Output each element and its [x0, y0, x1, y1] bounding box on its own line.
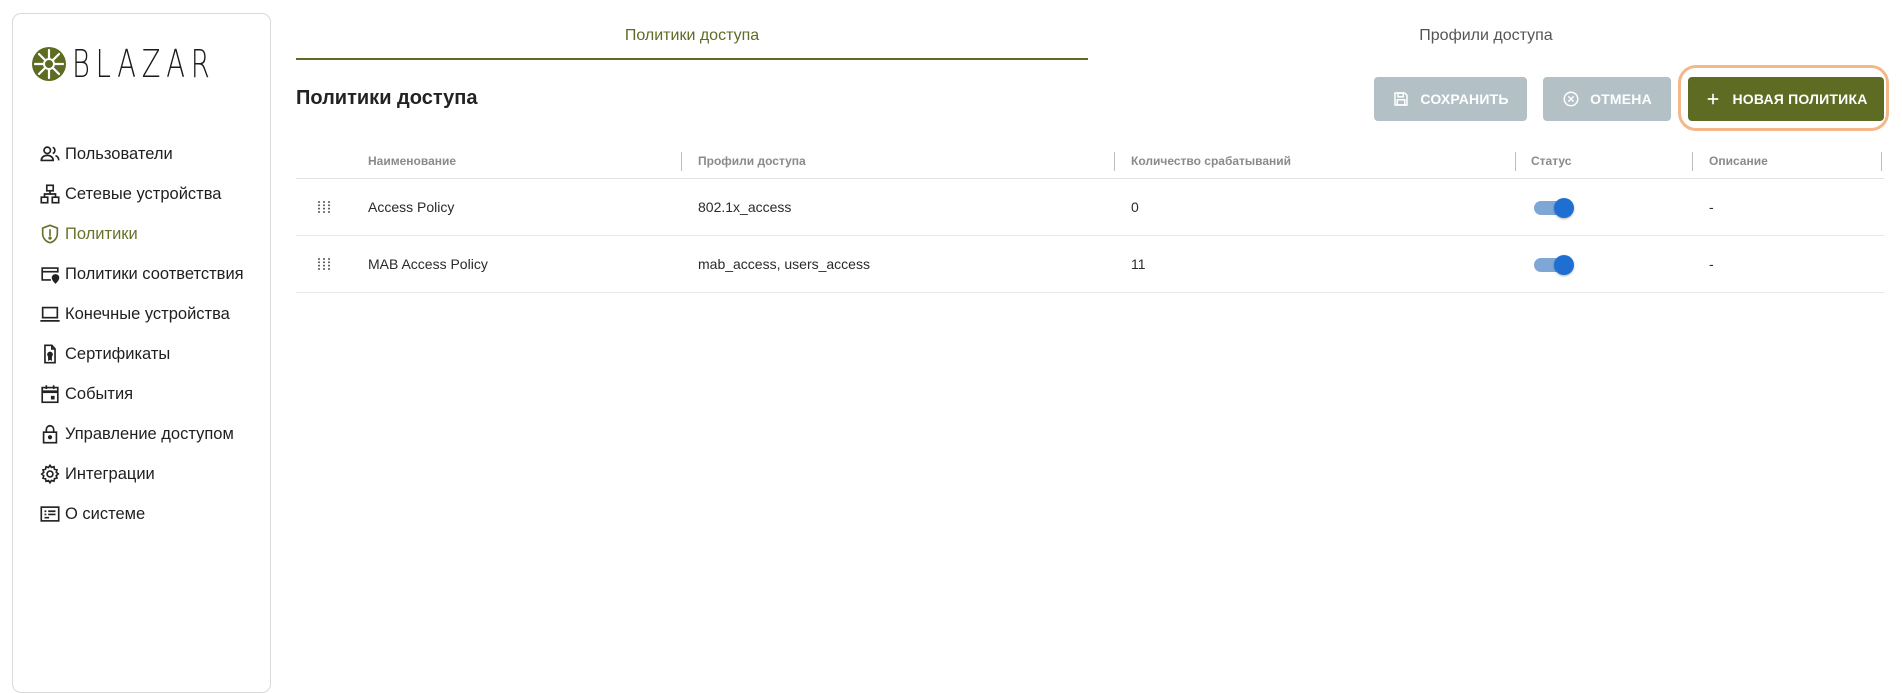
sidebar-item-label: Интеграции: [65, 464, 155, 483]
column-divider[interactable]: [1692, 152, 1693, 171]
sidebar-item-network-devices[interactable]: Сетевые устройства: [39, 174, 244, 214]
save-button-label: СОХРАНИТЬ: [1420, 91, 1509, 107]
blazar-logo-icon: [32, 47, 66, 81]
sidebar-item-label: События: [65, 384, 134, 403]
sidebar-nav: Пользователи Сетевые устройства Политики…: [39, 134, 244, 534]
column-header-description[interactable]: Описание: [1709, 145, 1768, 178]
sidebar-item-policies[interactable]: Политики: [39, 214, 244, 254]
shield-alert-icon: [41, 224, 59, 244]
cancel-circle-icon: [1563, 91, 1579, 107]
cell-profiles: mab_access, users_access: [698, 256, 870, 272]
table-header: Наименование Профили доступа Количество …: [296, 145, 1884, 179]
status-toggle[interactable]: [1534, 198, 1574, 218]
sidebar: BLAZAR Пользователи Сетевые устройства П…: [12, 13, 271, 693]
calendar-icon: [41, 385, 59, 404]
sidebar-item-label: Политики соответствия: [65, 264, 244, 283]
column-divider[interactable]: [681, 152, 682, 171]
tab-access-profiles[interactable]: Профили доступа: [1088, 18, 1884, 60]
sidebar-item-users[interactable]: Пользователи: [39, 134, 244, 174]
table-row[interactable]: Access Policy 802.1x_access 0 -: [296, 179, 1884, 236]
sidebar-item-label: Сетевые устройства: [65, 184, 222, 203]
sidebar-item-access-control[interactable]: Управление доступом: [39, 414, 244, 454]
sidebar-item-about[interactable]: О системе: [39, 494, 244, 534]
cell-profiles: 802.1x_access: [698, 199, 792, 215]
certificate-icon: [44, 344, 56, 364]
tabs: Политики доступа Профили доступа: [296, 18, 1884, 60]
sidebar-item-label: Управление доступом: [65, 424, 234, 443]
cell-description: -: [1709, 256, 1714, 272]
table-row[interactable]: MAB Access Policy mab_access, users_acce…: [296, 236, 1884, 293]
column-divider[interactable]: [1881, 152, 1882, 171]
save-icon: [1394, 92, 1409, 106]
cancel-button-label: ОТМЕНА: [1590, 91, 1652, 107]
column-divider[interactable]: [1515, 152, 1516, 171]
sidebar-item-label: Пользователи: [65, 144, 173, 163]
drag-handle-icon[interactable]: [317, 200, 331, 214]
column-header-name[interactable]: Наименование: [368, 145, 456, 178]
new-policy-button[interactable]: НОВАЯ ПОЛИТИКА: [1688, 77, 1884, 121]
card-location-icon: [41, 267, 60, 284]
info-list-icon: [40, 506, 60, 522]
cell-name: MAB Access Policy: [368, 256, 488, 272]
lock-icon: [42, 424, 58, 444]
policies-table: Наименование Профили доступа Количество …: [296, 145, 1884, 293]
network-icon: [40, 184, 60, 204]
save-button[interactable]: СОХРАНИТЬ: [1374, 77, 1527, 121]
drag-handle-icon[interactable]: [317, 257, 331, 271]
sidebar-item-events[interactable]: События: [39, 374, 244, 414]
tab-access-policies[interactable]: Политики доступа: [296, 18, 1088, 60]
cell-description: -: [1709, 199, 1714, 215]
logo[interactable]: BLAZAR: [31, 44, 271, 84]
plus-icon: [1708, 93, 1719, 105]
sidebar-item-label: Сертификаты: [65, 344, 171, 363]
cell-count: 0: [1131, 199, 1139, 215]
column-header-profiles[interactable]: Профили доступа: [698, 145, 806, 178]
sidebar-item-label: О системе: [65, 504, 146, 523]
status-toggle[interactable]: [1534, 255, 1574, 275]
page-title: Политики доступа: [296, 87, 478, 109]
column-divider[interactable]: [1114, 152, 1115, 171]
users-icon: [40, 146, 60, 162]
sidebar-item-label: Политики: [65, 224, 138, 243]
sidebar-item-compliance-policies[interactable]: Политики соответствия: [39, 254, 244, 294]
cancel-button[interactable]: ОТМЕНА: [1543, 77, 1671, 121]
logo-text: BLAZAR: [72, 42, 216, 86]
cell-name: Access Policy: [368, 199, 455, 215]
sidebar-item-certificates[interactable]: Сертификаты: [39, 334, 244, 374]
new-policy-button-label: НОВАЯ ПОЛИТИКА: [1732, 91, 1868, 107]
sidebar-item-integrations[interactable]: Интеграции: [39, 454, 244, 494]
sidebar-item-label: Конечные устройства: [65, 304, 230, 323]
gear-icon: [40, 463, 60, 485]
sidebar-item-endpoints[interactable]: Конечные устройства: [39, 294, 244, 334]
laptop-icon: [40, 306, 60, 322]
column-header-status[interactable]: Статус: [1531, 145, 1571, 178]
column-header-count[interactable]: Количество срабатываний: [1131, 145, 1291, 178]
cell-count: 11: [1131, 256, 1146, 272]
